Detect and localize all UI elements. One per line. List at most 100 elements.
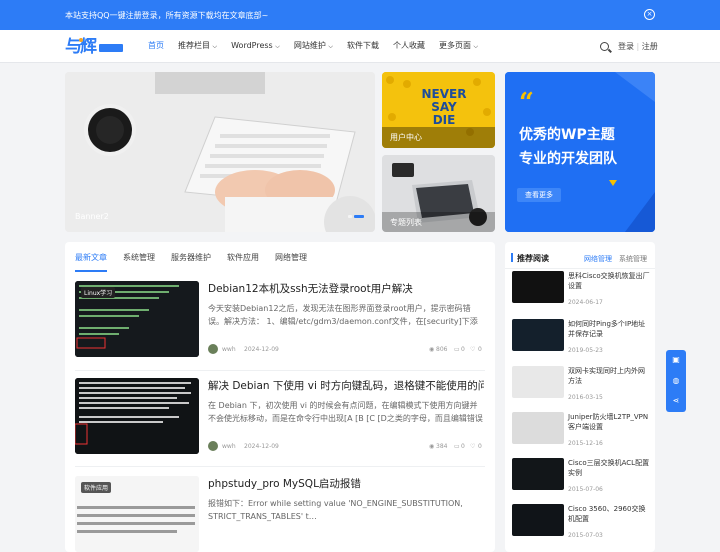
author-name[interactable]: wwh [222,346,236,353]
divider [75,466,485,467]
category-badge[interactable]: Linux学习 [81,287,116,298]
post-meta: wwh 2024-12-09 ◉ 384 ▭ 0 ♡ 0 [208,441,484,452]
search-icon[interactable] [600,42,609,51]
sidebar-item-date: 2024-06-17 [568,299,603,306]
like-icon[interactable]: ♡ [470,443,475,450]
category-badge[interactable]: 软件应用 [81,482,112,493]
comment-count: 0 [461,346,465,353]
post-title[interactable]: phpstudy_pro MySQL启动报错 [208,476,484,491]
nav-item-label: 网站维护 [293,41,326,50]
post-thumbnail[interactable] [75,378,199,454]
slider-dot[interactable] [348,215,352,218]
sidebar-item-date: 2016-03-15 [568,394,603,401]
slider-dots[interactable] [348,215,364,218]
views-icon: ◉ [429,443,435,450]
tab-server[interactable]: 服务器维护 [171,252,211,263]
ad-more-button[interactable]: 查看更多 [517,188,561,202]
sidebar-thumbnail[interactable] [512,319,564,351]
site-logo[interactable]: 与 辉 [65,35,125,57]
post-title[interactable]: 解决 Debian 下使用 vi 时方向键乱码，退格键不能使用的问题 [208,378,484,393]
login-link[interactable]: 登录 [618,42,634,51]
tab-network[interactable]: 网络管理 [275,252,307,263]
nav-item-home[interactable]: 首页 [148,30,164,63]
sidebar-item-title[interactable]: Cisco 3560、2960交换机配置 [568,504,650,524]
tile-caption: 专题列表 [390,218,422,227]
avatar[interactable] [208,344,218,354]
avatar[interactable] [208,441,218,451]
wechat-icon[interactable]: ◍ [671,376,681,386]
sidebar-title: 推荐阅读 [517,254,549,263]
nav-item-featured[interactable]: 推荐栏目 ⌵ [178,30,217,63]
sidebar-tab-system[interactable]: 系统管理 [619,254,647,264]
nav-item-maintenance[interactable]: 网站维护 ⌵ [294,30,333,63]
notice-text: 本站支持QQ一键注册登录，所有资源下载均在文章底部~ [65,11,269,20]
tile-caption: 用户中心 [390,133,422,142]
sidebar-item-title[interactable]: 双网卡实现同时上内外网方法 [568,366,650,386]
banner-image [65,72,375,232]
sidebar-thumbnail[interactable] [512,412,564,444]
topic-list-tile[interactable]: 专题列表 [382,155,495,232]
main-nav: 与 辉 首页 推荐栏目 ⌵ WordPress ⌵ 网站维护 ⌵ 软件下载 个人… [0,30,720,63]
post-card[interactable]: Linux学习 Debian12本机及ssh无法登录root用户解决 今天安装D… [75,281,485,361]
tab-system[interactable]: 系统管理 [123,252,155,263]
sidebar-item[interactable]: Cisco 3560、2960交换机配置 2015-07-03 [512,504,652,544]
banner-slider[interactable]: Banner2 [65,72,375,232]
sidebar-item[interactable]: 双网卡实现同时上内外网方法 2016-03-15 [512,366,652,406]
chevron-down-icon: ⌵ [275,43,280,50]
sidebar-item-title[interactable]: 思科Cisco交换机恢复出厂设置 [568,271,650,291]
sidebar-item-title[interactable]: 如何同时Ping多个IP地址并保存记录 [568,319,650,339]
quote-mark: “ [519,88,534,118]
terminal-screenshot [75,378,199,454]
floating-toolbar: ▣ ◍ ⋖ [666,350,686,412]
nav-item-more[interactable]: 更多页面 ⌵ [439,30,478,63]
chevron-down-icon: ⌵ [328,43,333,50]
nav-item-wordpress[interactable]: WordPress ⌵ [231,30,280,63]
post-card[interactable]: 解决 Debian 下使用 vi 时方向键乱码，退格键不能使用的问题 在 Deb… [75,378,485,458]
sidebar-item-title[interactable]: Juniper防火墙L2TP_VPN客户端设置 [568,412,650,432]
tile-poster-text: NEVER SAY DIE [414,88,474,127]
sidebar-accent-bar [511,253,513,262]
like-icon[interactable]: ♡ [470,346,475,353]
theme-ad-banner[interactable]: “ 优秀的WP主题 专业的开发团队 查看更多 [505,72,655,232]
slider-dot-active[interactable] [354,215,364,218]
close-icon[interactable]: × [644,9,655,20]
nav-item-favorites[interactable]: 个人收藏 [393,30,425,63]
sidebar-thumbnail[interactable] [512,366,564,398]
register-link[interactable]: 注册 [642,42,658,51]
chat-icon[interactable]: ▣ [671,355,681,365]
sidebar-item[interactable]: 思科Cisco交换机恢复出厂设置 2024-06-17 [512,271,652,311]
chevron-down-icon: ⌵ [473,43,479,50]
poster-line: DIE [432,113,456,127]
tab-software[interactable]: 软件应用 [227,252,259,263]
sidebar-thumbnail[interactable] [512,504,564,536]
post-thumbnail[interactable]: Linux学习 [75,281,199,357]
post-meta: wwh 2024-12-09 ◉ 806 ▭ 0 ♡ 0 [208,344,484,355]
nav-item-label: 推荐栏目 [178,41,210,50]
sidebar-tab-network[interactable]: 网络管理 [584,254,612,264]
sidebar-item-title[interactable]: Cisco三层交换机ACL配置实例 [568,458,650,478]
tab-latest[interactable]: 最新文章 [75,252,107,263]
comment-icon: ▭ [454,443,460,450]
sidebar-thumbnail[interactable] [512,458,564,490]
sidebar-thumbnail[interactable] [512,271,564,303]
nav-item-downloads[interactable]: 软件下载 [347,30,379,63]
post-excerpt: 今天安装Debian12之后，发现无法在图形界面登录root用户，提示密码错误。… [208,304,478,326]
latest-posts-panel: 最新文章 系统管理 服务器维护 软件应用 网络管理 Linux学习 Debian… [65,242,495,552]
views-icon: ◉ [429,346,435,353]
share-icon[interactable]: ⋖ [671,396,681,406]
sidebar-item[interactable]: Cisco三层交换机ACL配置实例 2015-07-06 [512,458,652,498]
sidebar-item-date: 2015-12-16 [568,440,603,447]
post-thumbnail[interactable]: 软件应用 [75,476,199,552]
view-count: 806 [436,346,448,353]
banner-caption: Banner2 [75,212,109,221]
post-date: 2024-12-09 [244,346,279,353]
user-center-tile[interactable]: NEVER SAY DIE 用户中心 [382,72,495,148]
like-count: 0 [478,346,482,353]
sidebar-item[interactable]: 如何同时Ping多个IP地址并保存记录 2019-05-23 [512,319,652,359]
author-name[interactable]: wwh [222,443,236,450]
post-card[interactable]: 软件应用 phpstudy_pro MySQL启动报错 报错如下：Error w… [75,476,485,552]
comment-count: 0 [461,443,465,450]
sidebar-item[interactable]: Juniper防火墙L2TP_VPN客户端设置 2015-12-16 [512,412,652,452]
post-title[interactable]: Debian12本机及ssh无法登录root用户解决 [208,281,484,296]
post-date: 2024-12-09 [244,443,279,450]
